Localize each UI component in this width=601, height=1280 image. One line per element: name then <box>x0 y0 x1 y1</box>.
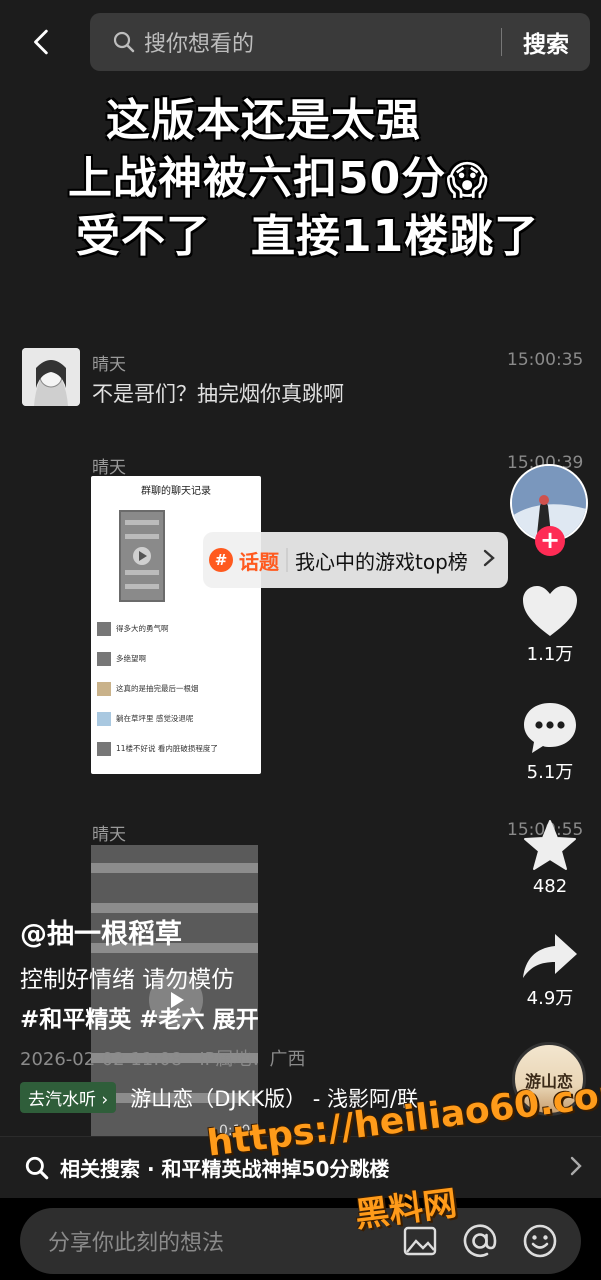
favorite-button[interactable]: 482 <box>510 818 590 897</box>
search-icon <box>112 30 136 54</box>
comment-count: 5.1万 <box>526 762 574 783</box>
chat-avatar <box>22 348 80 406</box>
hashtag-icon: # <box>209 548 233 572</box>
hashtag-link[interactable]: #老六 <box>139 1007 204 1033</box>
caption-line-2: 上战神被六扣50分😱 <box>68 142 489 206</box>
caption-line-3a: 受不了 <box>76 211 211 262</box>
chat-time-1: 15:00:35 <box>507 350 584 370</box>
search-input[interactable]: 搜你想看的 <box>144 26 501 58</box>
topic-tag[interactable]: # 话题 我心中的游戏top榜 <box>203 532 508 588</box>
topic-label: 话题 <box>239 549 279 574</box>
screenshot-row: 这真的是抽完最后一根烟 <box>97 682 199 696</box>
chat-name-1: 晴天 <box>92 355 126 375</box>
search-icon <box>24 1155 50 1181</box>
author-name[interactable]: @抽一根稻草 <box>20 912 182 951</box>
back-button[interactable] <box>22 22 62 62</box>
expand-button[interactable]: 展开 <box>213 1007 259 1033</box>
hashtag-link[interactable]: #和平精英 <box>20 1007 131 1033</box>
music-chip[interactable]: 去汽水听 › <box>20 1082 117 1113</box>
screenshot-row: 11楼不好说 看内脏破损程度了 <box>97 742 218 756</box>
share-count: 4.9万 <box>526 988 574 1009</box>
comment-button[interactable]: 5.1万 <box>510 700 590 784</box>
hashtag-row: #和平精英 #老六 展开 <box>20 1000 267 1034</box>
favorite-count: 482 <box>532 876 568 897</box>
chat-screenshot-image: 群聊的聊天记录 得多大的勇气啊 多绝望啊 这真的是抽完最后一根烟 躺在草坪里 感… <box>91 476 261 774</box>
screenshot-row: 多绝望啊 <box>97 652 146 666</box>
caption-line-3: 受不了 直接11楼跳了 <box>76 200 539 264</box>
screenshot-row: 得多大的勇气啊 <box>97 622 169 636</box>
comment-input[interactable]: 分享你此刻的想法 <box>48 1225 401 1257</box>
chevron-right-icon <box>482 548 502 572</box>
star-icon <box>524 820 576 870</box>
share-icon <box>523 934 577 978</box>
screenshot-subheader <box>91 497 261 505</box>
search-bar[interactable]: 搜你想看的 搜索 <box>90 13 590 71</box>
follow-plus-button[interactable]: + <box>535 526 565 556</box>
scream-emoji-icon: 😱 <box>446 158 489 204</box>
caption-line-1: 这版本还是太强 <box>106 95 421 146</box>
video-description: 控制好情绪 请勿模仿 <box>20 967 235 993</box>
post-meta: 2026-02-02 11:08 · IP属地：广西 <box>20 1049 306 1070</box>
chevron-right-icon <box>569 1155 583 1181</box>
search-button[interactable]: 搜索 <box>502 25 590 59</box>
caption-line-2-text: 上战神被六扣50分 <box>68 153 447 204</box>
screenshot-row: 躺在草坪里 感觉没退呢 <box>97 712 193 726</box>
related-search-text: 相关搜索 · 和平精英战神掉50分跳楼 <box>60 1157 390 1181</box>
like-button[interactable]: 1.1万 <box>510 584 590 666</box>
heart-icon <box>523 586 577 636</box>
like-count: 1.1万 <box>526 644 574 665</box>
at-mention-icon[interactable] <box>461 1222 499 1260</box>
screenshot-video-thumb <box>119 510 165 602</box>
share-button[interactable]: 4.9万 <box>510 930 590 1010</box>
emoji-icon[interactable] <box>521 1222 559 1260</box>
comment-icon <box>524 703 576 753</box>
caption-line-3b: 直接11楼跳了 <box>251 211 540 262</box>
comment-input-bar[interactable]: 分享你此刻的想法 <box>20 1208 581 1274</box>
topic-text: 我心中的游戏top榜 <box>295 549 468 574</box>
back-arrow-icon <box>34 29 48 55</box>
chat-text-1: 不是哥们？抽完烟你真跳啊 <box>92 382 344 406</box>
topic-divider <box>286 548 288 572</box>
screenshot-header: 群聊的聊天记录 <box>141 486 211 497</box>
chat-name-3: 晴天 <box>92 825 126 845</box>
chat-name-2: 晴天 <box>92 458 126 478</box>
